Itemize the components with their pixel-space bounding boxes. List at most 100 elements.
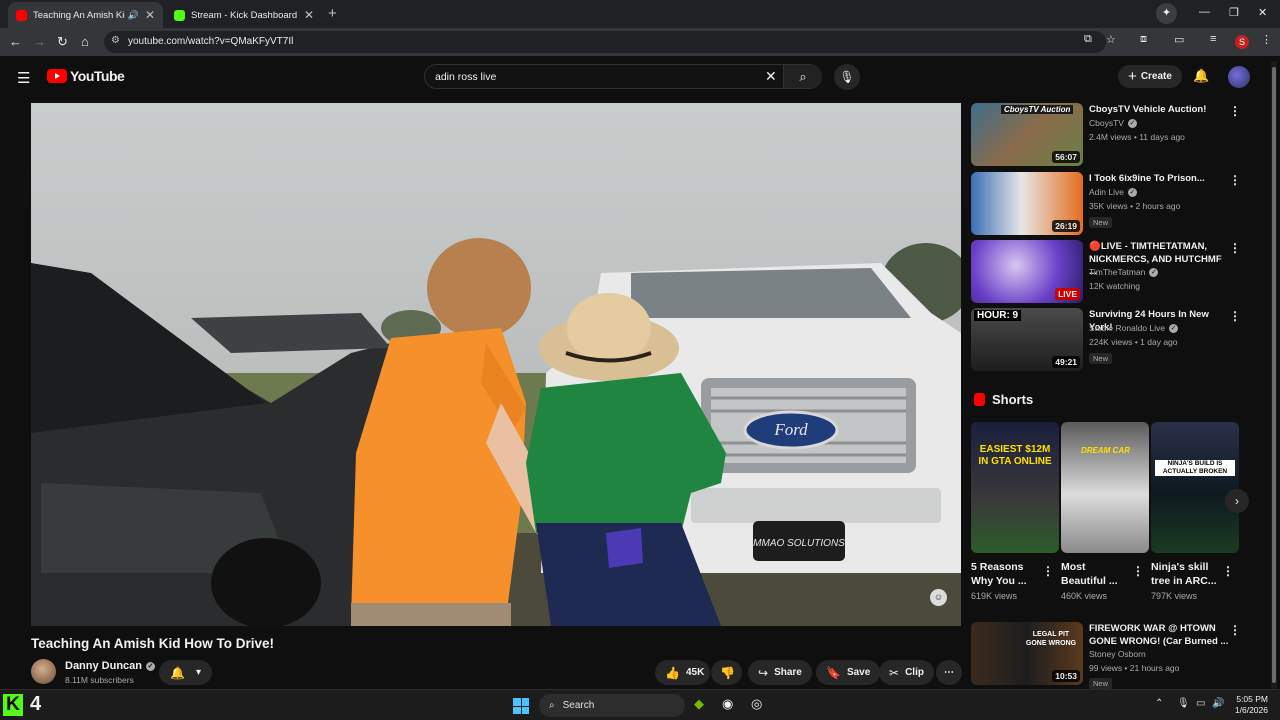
voice-search-icon[interactable]: 🎙	[834, 64, 860, 90]
short-thumbnail[interactable]: EASIEST $12M IN GTA ONLINE	[971, 422, 1059, 553]
obs-icon[interactable]: ◎	[751, 696, 762, 712]
youtube-logo[interactable]: YouTube	[47, 68, 125, 84]
home-icon[interactable]: ⌂	[81, 34, 89, 49]
nvidia-icon[interactable]: ◆	[694, 696, 704, 712]
short-item[interactable]: NINJA'S BUILD IS ACTUALLY BROKEN Ninja's…	[1151, 422, 1240, 601]
search-button[interactable]: ⌕	[783, 65, 822, 88]
subscribed-notifications-button[interactable]: 🔔 ▾	[159, 660, 212, 685]
video-thumbnail[interactable]: LIVE	[971, 240, 1083, 303]
channel-avatar[interactable]	[31, 659, 56, 684]
recommendation-channel[interactable]: TimTheTatman ✓	[1089, 267, 1159, 277]
audio-playing-icon[interactable]: 🔊	[128, 10, 139, 21]
shorts-next-arrow-icon[interactable]: ›	[1225, 489, 1249, 513]
chrome-icon[interactable]: ◉	[722, 696, 733, 712]
video-thumbnail[interactable]: HOUR: 9 49:21	[971, 308, 1083, 371]
recommendation-channel[interactable]: CboysTV ✓	[1089, 118, 1137, 128]
short-thumbnail[interactable]: DREAM CAR	[1061, 422, 1149, 553]
recommendation-channel[interactable]: Stable Ronaldo Live ✓	[1089, 323, 1179, 333]
more-vertical-icon[interactable]: ⋮	[1229, 623, 1241, 637]
more-vertical-icon[interactable]: ⋮	[1132, 564, 1144, 578]
video-thumbnail[interactable]: LEGAL PIT GONE WRONG 10:53	[971, 622, 1083, 685]
restore-icon[interactable]: ❐	[1229, 6, 1239, 19]
install-app-icon[interactable]: ⧉	[1084, 33, 1092, 46]
site-info-icon[interactable]: ⚙	[111, 35, 120, 46]
share-button[interactable]: ↪ Share	[748, 660, 812, 685]
recommendation-channel[interactable]: Stoney Osborn	[1089, 649, 1146, 659]
reload-icon[interactable]: ↻	[57, 34, 68, 50]
more-vertical-icon[interactable]: ⋮	[1042, 564, 1054, 578]
save-button[interactable]: 🔖 Save	[816, 660, 881, 685]
extensions-icon[interactable]: ⧈	[1140, 33, 1147, 46]
channel-name[interactable]: Danny Duncan ✓	[65, 660, 156, 672]
recommendation-item[interactable]: HOUR: 9 49:21 Surviving 24 Hours In New …	[971, 308, 1241, 372]
taskbar-search[interactable]: ⌕ Search	[539, 694, 685, 717]
search-box[interactable]: adin ross live ✕ ⌕	[424, 64, 822, 89]
notifications-bell-icon[interactable]: 🔔	[1193, 68, 1209, 84]
short-item[interactable]: EASIEST $12M IN GTA ONLINE 5 Reasons Why…	[971, 422, 1060, 601]
channel-name-text[interactable]: Danny Duncan	[65, 660, 142, 672]
cast-icon[interactable]: ▭	[1174, 33, 1184, 46]
verified-check-icon: ✓	[1127, 119, 1137, 128]
kick-logo-icon[interactable]: K	[3, 694, 23, 716]
ai-sparkle-icon[interactable]: ✦	[1156, 3, 1177, 24]
url-text[interactable]: youtube.com/watch?v=QMaKFyVT7Il	[128, 36, 293, 47]
network-icon[interactable]: ▭	[1196, 698, 1205, 709]
new-tab-icon[interactable]: +	[328, 5, 337, 22]
video-thumbnail[interactable]: CboysTV Auction 56:07	[971, 103, 1083, 166]
short-thumbnail[interactable]: NINJA'S BUILD IS ACTUALLY BROKEN	[1151, 422, 1239, 553]
video-player[interactable]: Ford MMAO SOLUTIONS ☺	[31, 103, 961, 626]
tab-youtube[interactable]: Teaching An Amish Kid How 🔊 ✕	[8, 2, 163, 28]
browser-menu-icon[interactable]: ⋮	[1261, 33, 1272, 46]
recommendation-title[interactable]: I Took 6ix9ine To Prison...	[1089, 173, 1229, 186]
windows-start-icon[interactable]	[513, 698, 529, 714]
search-input[interactable]: adin ross live	[435, 71, 496, 83]
more-vertical-icon[interactable]: ⋮	[1229, 104, 1241, 118]
omnibox[interactable]: ⚙ youtube.com/watch?v=QMaKFyVT7Il	[104, 31, 1106, 53]
more-vertical-icon[interactable]: ⋮	[1222, 564, 1234, 578]
clip-button[interactable]: ✂ Clip	[879, 660, 934, 685]
reading-list-icon[interactable]: ≡	[1210, 33, 1216, 45]
more-vertical-icon[interactable]: ⋮	[1229, 173, 1241, 187]
recommendation-channel-text[interactable]: CboysTV	[1089, 118, 1124, 128]
short-item[interactable]: DREAM CAR Most Beautiful ... ⋮ 460K view…	[1061, 422, 1150, 601]
microphone-icon[interactable]: 🎙	[1177, 698, 1190, 709]
channel-watermark-icon[interactable]: ☺	[930, 589, 947, 606]
create-button[interactable]: + Create	[1118, 65, 1182, 88]
more-vertical-icon[interactable]: ⋮	[1229, 241, 1241, 255]
recommendation-item[interactable]: LIVE 🔴LIVE - TIMTHETATMAN, NICKMERCS, AN…	[971, 240, 1241, 304]
clock[interactable]: 5:05 PM 1/6/2026	[1226, 694, 1268, 716]
short-title[interactable]: Most Beautiful ...	[1061, 560, 1131, 588]
tray-overflow-icon[interactable]: ⌃	[1155, 698, 1163, 709]
page-scrollbar[interactable]	[1271, 61, 1277, 689]
forward-arrow-icon[interactable]: →	[33, 34, 46, 49]
account-avatar[interactable]	[1228, 66, 1250, 88]
clear-search-icon[interactable]: ✕	[765, 68, 777, 85]
close-window-icon[interactable]: ✕	[1258, 6, 1267, 19]
recommendation-item[interactable]: CboysTV Auction 56:07 CboysTV Vehicle Au…	[971, 103, 1241, 167]
recommendation-channel-text[interactable]: Adin Live	[1089, 187, 1124, 197]
back-arrow-icon[interactable]: ←	[9, 34, 22, 49]
dislike-button[interactable]: 👎	[711, 660, 742, 685]
recommendation-channel-text[interactable]: TimTheTatman	[1089, 267, 1145, 277]
video-thumbnail[interactable]: 26:19	[971, 172, 1083, 235]
close-tab-icon[interactable]: ✕	[145, 8, 155, 22]
tab-kick-dashboard[interactable]: Stream - Kick Dashboard ✕	[166, 2, 322, 28]
recommendation-title[interactable]: CboysTV Vehicle Auction!	[1089, 104, 1229, 117]
hamburger-menu-icon[interactable]: ☰	[17, 69, 30, 87]
short-title[interactable]: Ninja's skill tree in ARC...	[1151, 560, 1221, 588]
recommendation-item[interactable]: 26:19 I Took 6ix9ine To Prison... Adin L…	[971, 172, 1241, 236]
recommendation-channel[interactable]: Adin Live ✓	[1089, 187, 1137, 197]
recommendation-item[interactable]: LEGAL PIT GONE WRONG 10:53 FIREWORK WAR …	[971, 622, 1241, 689]
minimize-icon[interactable]: —	[1199, 6, 1210, 18]
more-actions-button[interactable]: ⋯	[936, 660, 962, 685]
recommendation-channel-text[interactable]: Stable Ronaldo Live	[1089, 323, 1165, 333]
more-vertical-icon[interactable]: ⋮	[1229, 309, 1241, 323]
short-title[interactable]: 5 Reasons Why You ...	[971, 560, 1041, 588]
scrollbar-thumb[interactable]	[1272, 67, 1276, 683]
profile-avatar[interactable]: S	[1235, 35, 1249, 49]
recommendation-title[interactable]: FIREWORK WAR @ HTOWN GONE WRONG! (Car Bu…	[1089, 623, 1229, 648]
volume-icon[interactable]: 🔊	[1212, 698, 1224, 709]
bookmark-star-icon[interactable]: ☆	[1106, 33, 1116, 46]
close-tab-icon[interactable]: ✕	[304, 8, 314, 22]
like-button[interactable]: 👍 45K	[655, 660, 710, 685]
